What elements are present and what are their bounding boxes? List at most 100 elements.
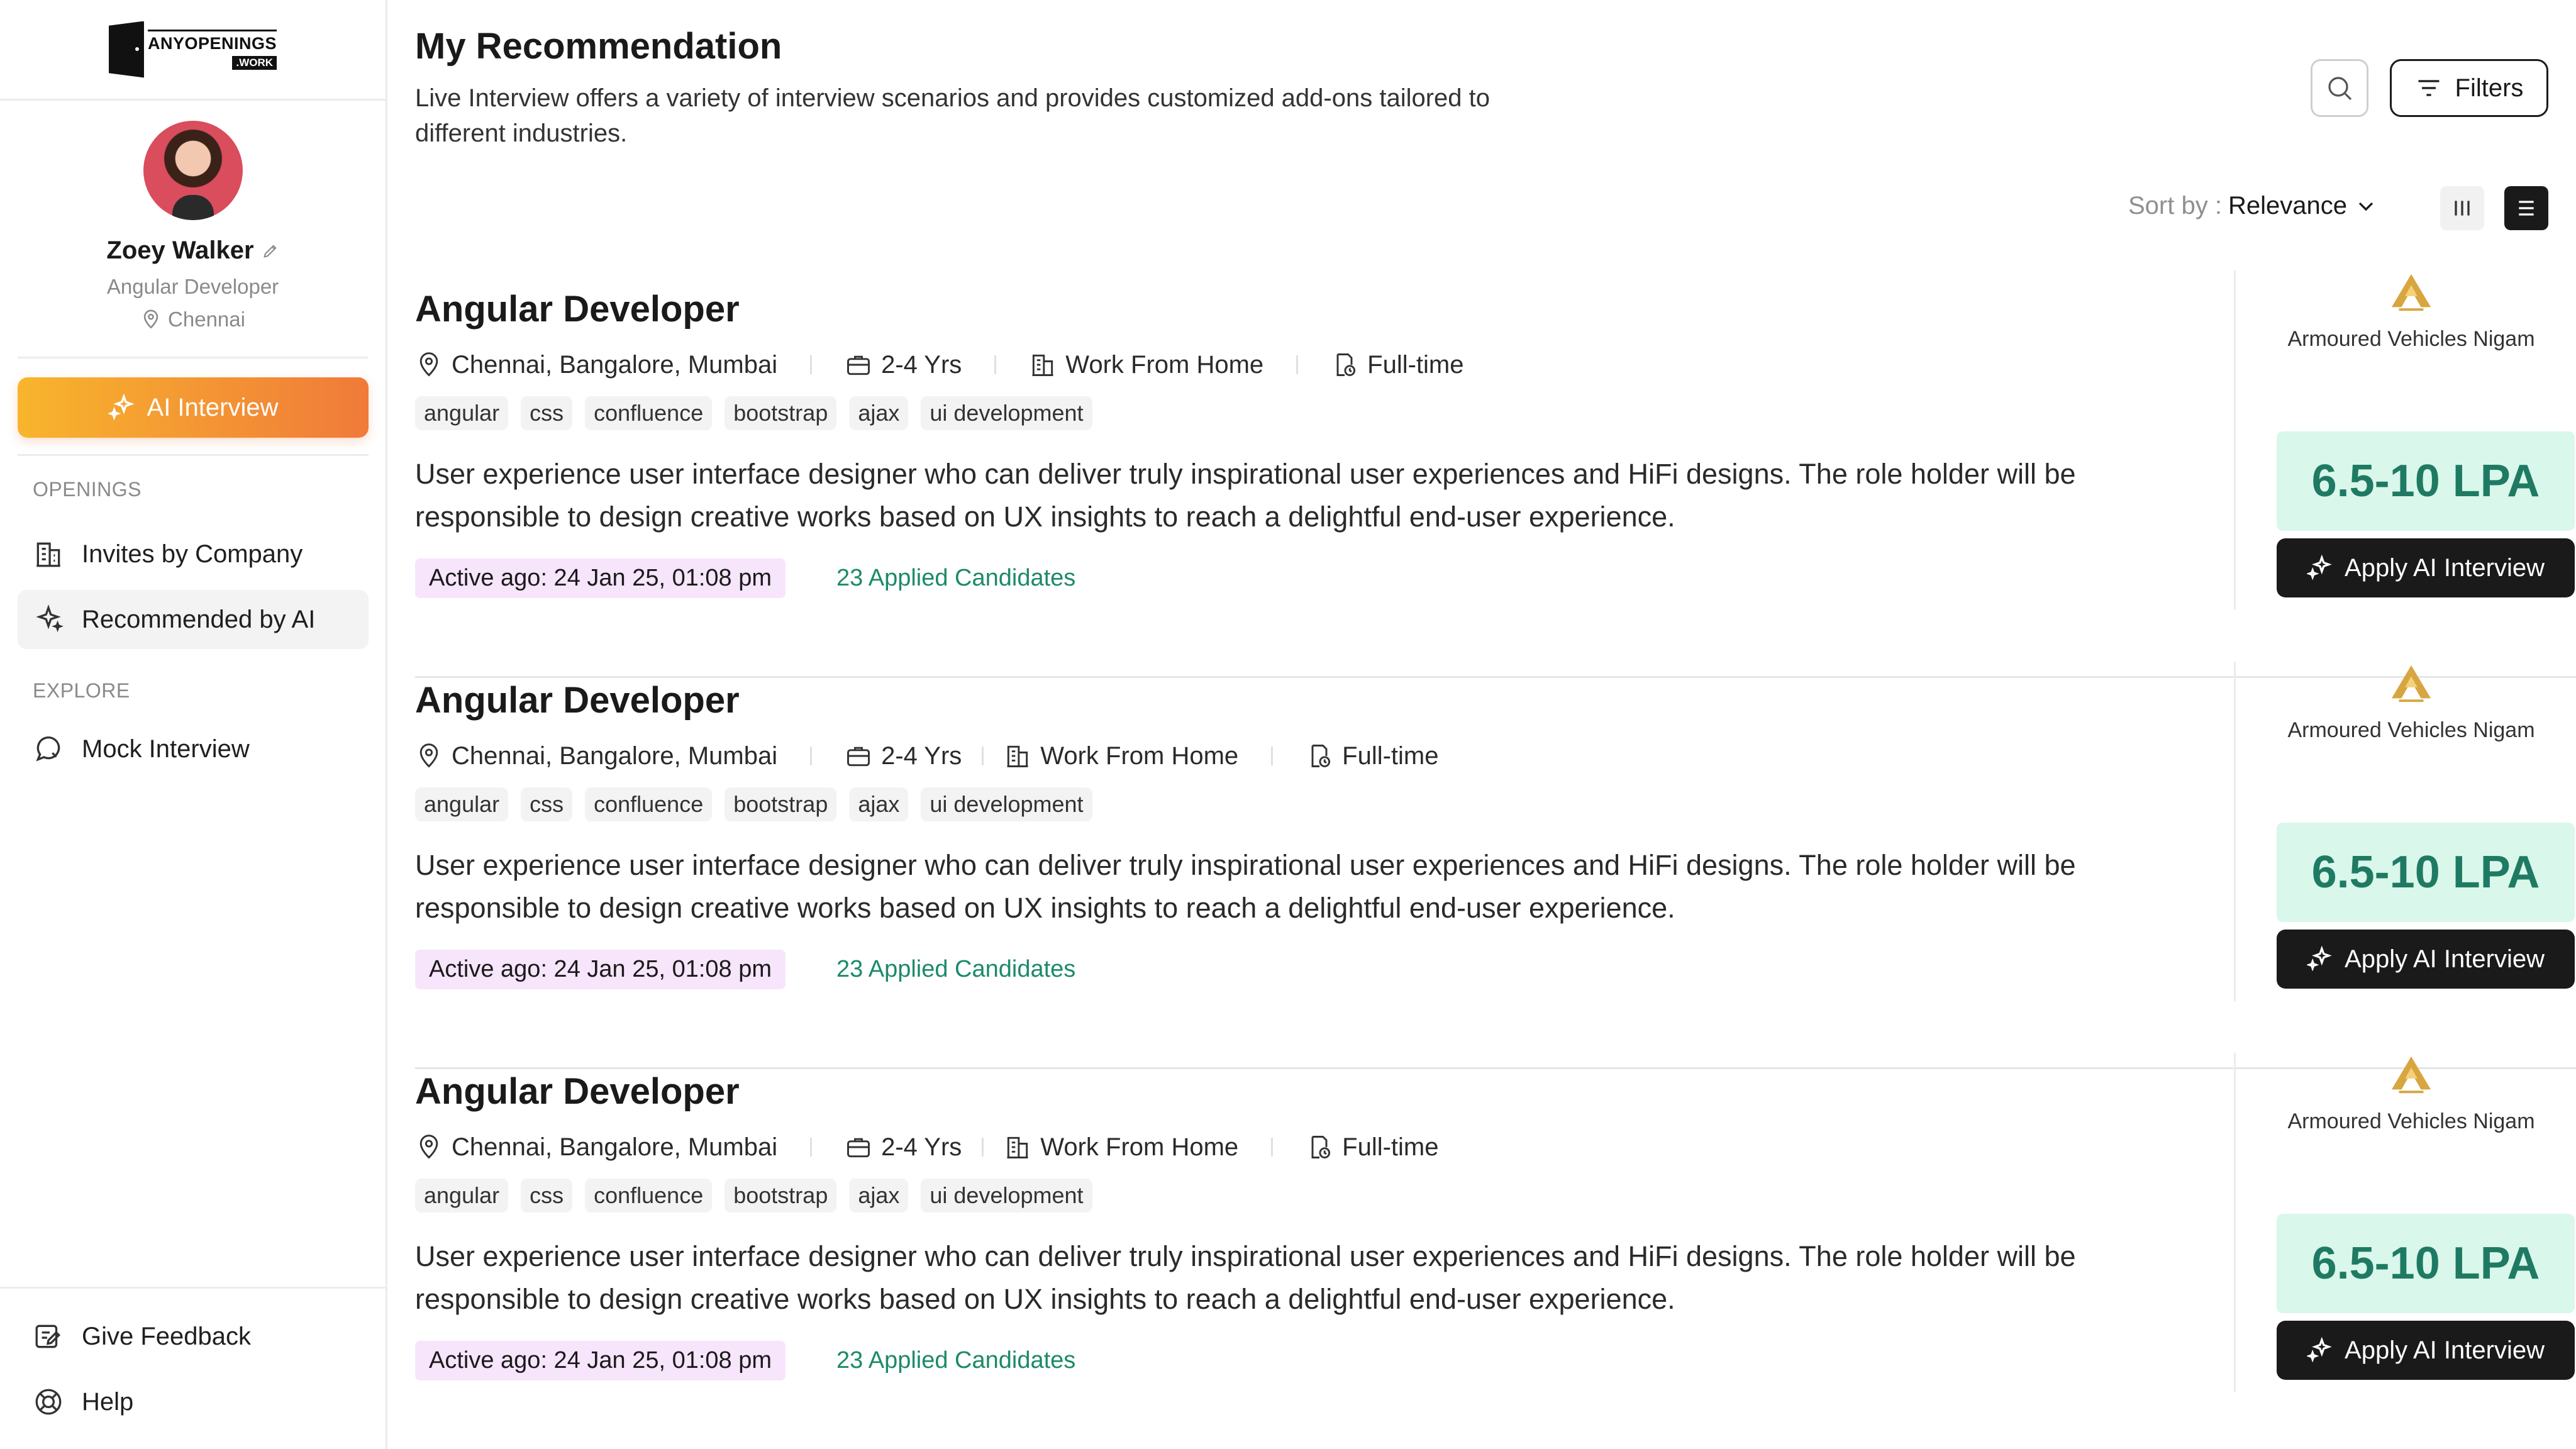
sparkle-icon [2307,554,2332,580]
skill-tag: ui development [921,1179,1092,1213]
job-work-mode: Work From Home [1029,351,1263,379]
feedback-icon [35,1324,61,1348]
job-experience: 2-4 Yrs [845,742,962,770]
company-name: Armoured Vehicles Nigam [2287,718,2535,742]
columns-icon [2455,201,2470,216]
sort-value: Relevance [2228,192,2347,219]
card-divider [2234,662,2238,1001]
logo-area: ANYOPENINGS .WORK [0,0,386,101]
sidebar-bottom [0,1287,386,1289]
job-meta: Chennai, Bangalore, Mumbai 2-4 Yrs Work … [415,738,1438,774]
job-card[interactable]: Angular Developer Chennai, Bangalore, Mu… [415,662,2576,1069]
briefcase-icon [847,747,870,767]
active-badge: Active ago: 24 Jan 25, 01:08 pm [415,950,786,989]
job-title[interactable]: Angular Developer [415,679,740,721]
skill-tag: angular [415,396,509,430]
help-label: Help [82,1387,134,1416]
applied-candidates-link[interactable]: 23 Applied Candidates [836,1347,1075,1374]
job-work-mode: Work From Home [1004,1133,1238,1162]
job-type: Full-time [1306,1133,1438,1162]
skill-tag: bootstrap [724,1179,837,1213]
job-title[interactable]: Angular Developer [415,1070,740,1113]
pencil-icon[interactable] [262,242,279,260]
location-pin-icon [143,309,158,329]
briefcase-icon [847,355,870,375]
job-experience: 2-4 Yrs [845,1133,962,1162]
apply-label: Apply AI Interview [2345,945,2545,973]
meta-divider [1296,355,1299,374]
list-view-toggle[interactable] [2504,186,2548,230]
help-icon [35,1389,62,1415]
apply-label: Apply AI Interview [2345,553,2545,582]
job-experience-text: 2-4 Yrs [881,1133,962,1161]
page-title: My Recommendation [415,26,782,67]
main-content: My Recommendation Live Interview offers … [387,0,2576,1449]
job-type-text: Full-time [1367,350,1464,379]
search-icon [2328,77,2352,101]
applied-candidates-link[interactable]: 23 Applied Candidates [836,565,1075,592]
help-link[interactable]: Help [18,1372,369,1431]
sidebar-item-label: Recommended by AI [82,605,316,633]
building-icon [36,542,60,567]
sidebar-item-recommended[interactable]: Recommended by AI [18,590,369,649]
door-icon [108,21,144,78]
building-icon [1007,745,1028,767]
job-card[interactable]: Angular Developer Chennai, Bangalore, Mu… [415,270,2576,678]
meta-divider [810,1138,813,1157]
salary-badge: 6.5-10 LPA [2277,823,2575,922]
skill-tags: angular css confluence bootstrap ajax ui… [415,787,1092,821]
explore-section-label: EXPLORE [33,679,130,702]
ai-interview-button[interactable]: AI Interview [18,377,369,438]
meta-divider [1271,1138,1274,1157]
filters-button[interactable]: Filters [2390,59,2548,117]
apply-ai-interview-button[interactable]: Apply AI Interview [2277,930,2575,989]
search-button[interactable] [2311,59,2368,117]
sidebar-item-mock-interview[interactable]: Mock Interview [18,719,369,779]
job-location-text: Chennai, Bangalore, Mumbai [452,741,778,770]
job-location: Chennai, Bangalore, Mumbai [415,742,777,770]
company-logo-icon [2391,665,2431,702]
apply-ai-interview-button[interactable]: Apply AI Interview [2277,538,2575,597]
sidebar-item-invites[interactable]: Invites by Company [18,525,369,584]
apply-ai-interview-button[interactable]: Apply AI Interview [2277,1321,2575,1380]
avatar[interactable] [143,121,243,220]
sparkle-icon [2307,945,2332,972]
location-pin-icon [419,743,438,768]
list-icon [2519,201,2534,216]
give-feedback-link[interactable]: Give Feedback [18,1307,369,1366]
sort-dropdown[interactable]: Sort by : Relevance [2128,192,2379,220]
chat-icon [36,736,60,762]
job-card[interactable]: Angular Developer Chennai, Bangalore, Mu… [415,1053,2576,1449]
clock-document-icon [1336,353,1356,376]
brand-logo[interactable]: ANYOPENINGS .WORK [108,21,277,78]
sparkle-icon [108,393,134,421]
job-location: Chennai, Bangalore, Mumbai [415,351,777,379]
company-logo-icon [2391,274,2431,311]
job-location-text: Chennai, Bangalore, Mumbai [452,1133,778,1161]
job-meta: Chennai, Bangalore, Mumbai 2-4 Yrs Work … [415,1130,1438,1165]
skill-tag: ajax [849,787,909,821]
profile-name: Zoey Walker [106,236,254,264]
skill-tag: ajax [849,1179,909,1213]
building-icon [1032,354,1053,376]
skill-tag: bootstrap [724,787,837,821]
salary-badge: 6.5-10 LPA [2277,431,2575,531]
job-description: User experience user interface designer … [415,1240,2076,1315]
sparkle-icon [36,604,64,633]
job-title[interactable]: Angular Developer [415,288,740,330]
building-icon [1007,1136,1028,1158]
chevron-down-icon [2358,202,2373,211]
sparkle-icon [2307,1336,2332,1363]
job-experience-text: 2-4 Yrs [881,350,962,379]
grid-view-toggle[interactable] [2440,186,2484,230]
job-type-text: Full-time [1342,741,1439,770]
openings-section-label: OPENINGS [33,478,142,501]
job-description: User experience user interface designer … [415,849,2076,924]
skill-tag: ui development [921,787,1092,821]
clock-document-icon [1311,1136,1331,1158]
job-description: User experience user interface designer … [415,458,2076,533]
meta-divider [1271,747,1274,765]
skill-tags: angular css confluence bootstrap ajax ui… [415,396,1092,430]
job-type: Full-time [1331,351,1463,379]
applied-candidates-link[interactable]: 23 Applied Candidates [836,956,1075,983]
